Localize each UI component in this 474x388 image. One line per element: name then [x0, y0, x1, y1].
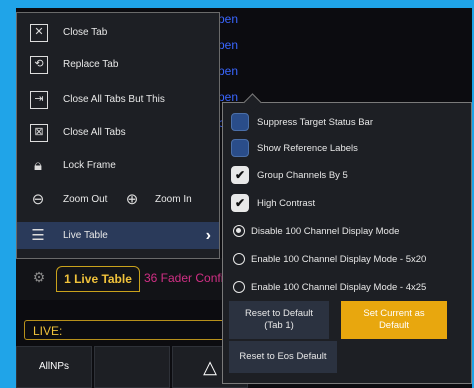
lock-icon: 🔒︎ — [34, 157, 42, 174]
menu-item-zoom-in[interactable]: ⊕ Zoom In — [121, 186, 219, 213]
tab-fader-config[interactable]: 36 Fader Confi — [144, 266, 224, 290]
menu-item-label: Close Tab — [63, 27, 108, 38]
option-enable-100-channel-4x25[interactable]: Enable 100 Channel Display Mode - 4x25 — [231, 278, 467, 300]
close-all-icon: ⊠ — [30, 124, 48, 142]
menu-item-replace-tab[interactable]: ⟲ Replace Tab — [17, 51, 219, 78]
option-suppress-target-status-bar[interactable]: Suppress Target Status Bar — [231, 113, 467, 135]
option-label: High Contrast — [257, 198, 316, 209]
menu-item-label: Replace Tab — [63, 59, 119, 70]
menu-item-zoom-out[interactable]: ⊖ Zoom Out — [17, 186, 117, 213]
checkbox-checked[interactable]: ✔ — [231, 194, 249, 212]
menu-item-lock-frame[interactable]: 🔒︎ Lock Frame — [17, 152, 219, 179]
option-label: Group Channels By 5 — [257, 170, 348, 181]
radio[interactable] — [233, 253, 245, 265]
menu-item-label: Close All Tabs — [63, 127, 126, 138]
live-command-line[interactable]: LIVE: — [24, 320, 234, 340]
gear-icon[interactable]: ⚙ — [28, 266, 50, 288]
replace-tab-icon: ⟲ — [30, 56, 48, 74]
menu-item-label: Zoom Out — [63, 194, 108, 205]
menu-item-label: Lock Frame — [63, 160, 116, 171]
option-label: Show Reference Labels — [257, 143, 358, 154]
option-enable-100-channel-5x20[interactable]: Enable 100 Channel Display Mode - 5x20 — [231, 250, 467, 272]
menu-item-label: Live Table — [63, 230, 108, 241]
close-tab-icon: ✕ — [30, 24, 48, 42]
option-label: Enable 100 Channel Display Mode - 5x20 — [251, 254, 427, 265]
reset-to-eos-default-button[interactable]: Reset to Eos Default — [229, 341, 337, 373]
background-tab-label: pen — [218, 64, 239, 78]
reset-to-default-button[interactable]: Reset to Default (Tab 1) — [229, 301, 329, 339]
checkbox[interactable] — [231, 139, 249, 157]
option-group-channels-by-5[interactable]: ✔ Group Channels By 5 — [231, 166, 467, 188]
menu-item-close-tab[interactable]: ✕ Close Tab — [17, 19, 219, 46]
set-current-as-default-button[interactable]: Set Current as Default — [341, 301, 447, 339]
menu-item-close-all-tabs[interactable]: ⊠ Close All Tabs — [17, 119, 219, 146]
zoom-in-icon: ⊕ — [125, 191, 139, 208]
background-tab-label: pen — [218, 12, 239, 26]
tab-context-menu: ✕ Close Tab ⟲ Replace Tab ⇥ Close All Ta… — [16, 12, 220, 259]
zoom-out-icon: ⊖ — [31, 191, 45, 208]
softkey-allnps[interactable]: AllNPs — [16, 346, 92, 388]
chevron-right-icon: › — [205, 227, 211, 244]
option-label: Enable 100 Channel Display Mode - 4x25 — [251, 282, 427, 293]
menu-item-label: Zoom In — [155, 194, 192, 205]
tab-live-table[interactable]: 1 Live Table — [56, 266, 140, 292]
checkbox-checked[interactable]: ✔ — [231, 166, 249, 184]
close-all-but-icon: ⇥ — [30, 91, 48, 109]
background-tab-label: pen — [218, 38, 239, 52]
radio[interactable] — [233, 281, 245, 293]
option-high-contrast[interactable]: ✔ High Contrast — [231, 194, 467, 216]
live-table-submenu: Suppress Target Status Bar Show Referenc… — [222, 102, 472, 384]
option-show-reference-labels[interactable]: Show Reference Labels — [231, 139, 467, 161]
option-disable-100-channel[interactable]: Disable 100 Channel Display Mode — [231, 222, 467, 244]
menu-item-live-table[interactable]: ☰ Live Table › — [17, 222, 219, 249]
option-label: Disable 100 Channel Display Mode — [251, 226, 400, 237]
option-label: Suppress Target Status Bar — [257, 117, 373, 128]
menu-icon: ☰ — [31, 227, 45, 244]
softkey-empty[interactable] — [94, 346, 170, 388]
radio-selected[interactable] — [233, 225, 245, 237]
checkbox[interactable] — [231, 113, 249, 131]
menu-item-label: Close All Tabs But This — [63, 94, 165, 105]
menu-item-close-all-but-this[interactable]: ⇥ Close All Tabs But This — [17, 86, 219, 113]
